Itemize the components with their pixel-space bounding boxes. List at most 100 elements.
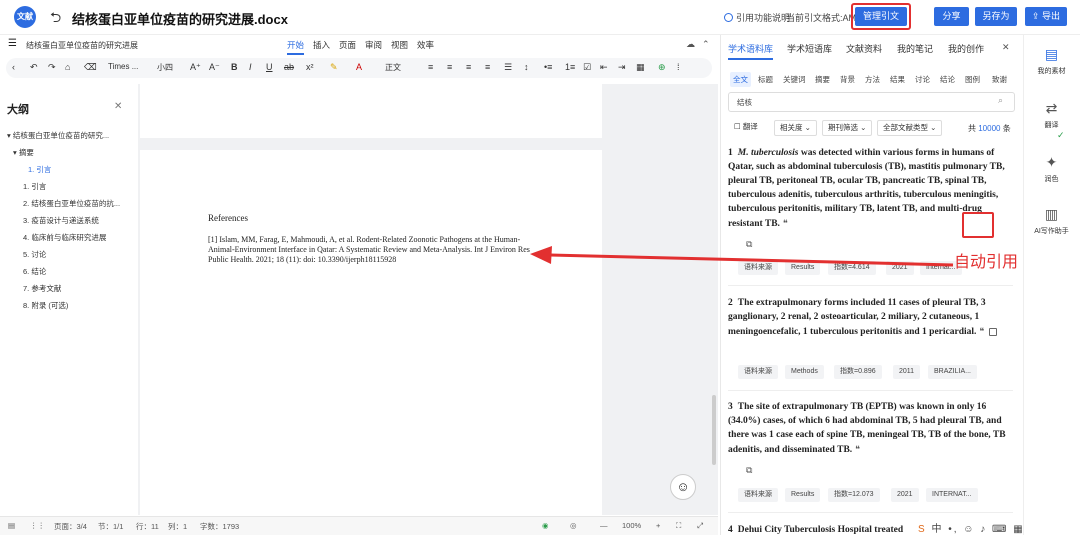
document-page[interactable] xyxy=(140,84,602,138)
app-logo[interactable]: 文献 xyxy=(14,6,36,28)
outline-item[interactable]: ▾ 摘要 xyxy=(13,147,34,158)
source-tag[interactable]: 语料来源 xyxy=(738,488,778,502)
chip-figures[interactable]: 图例 xyxy=(962,72,983,87)
translate-toggle[interactable]: ☐ 翻译 xyxy=(728,120,763,136)
justify-icon[interactable]: ≡ xyxy=(485,62,490,72)
tab-review[interactable]: 审阅 xyxy=(365,39,382,51)
tab-academic-corpus[interactable]: 学术语料库 xyxy=(728,42,774,60)
distribute-icon[interactable]: ☰ xyxy=(504,62,512,73)
document-page[interactable] xyxy=(140,150,602,515)
font-color-icon[interactable]: A xyxy=(356,62,362,72)
source-tag[interactable]: 语料来源 xyxy=(738,365,778,379)
doc-type-select[interactable]: 全部文献类型 ⌄ xyxy=(877,120,943,136)
more-icon[interactable]: ⁞ xyxy=(677,62,680,72)
zoom-out-icon[interactable]: — xyxy=(600,521,608,530)
redo-icon[interactable]: ↷ xyxy=(48,62,56,73)
indent-increase-icon[interactable]: ⇥ xyxy=(618,62,626,73)
hamburger-menu-icon[interactable]: ☰ xyxy=(8,38,17,49)
chip-background[interactable]: 背景 xyxy=(837,72,858,87)
shrink-font-icon[interactable]: A⁻ xyxy=(209,62,220,73)
zoom-in-icon[interactable]: + xyxy=(656,521,660,530)
tab-start[interactable]: 开始 xyxy=(287,39,305,55)
sidebar-item-ai-writer[interactable]: ▥ AI写作助手 xyxy=(1023,206,1080,236)
references-heading[interactable]: References xyxy=(208,213,248,223)
eye-icon[interactable]: ◎ xyxy=(570,521,577,530)
export-button[interactable]: ⇪ 导出 xyxy=(1025,7,1067,26)
bold-icon[interactable]: B xyxy=(231,62,238,72)
chip-acknowledgements[interactable]: 致谢 xyxy=(989,72,1010,87)
layout-icon[interactable]: ▤ xyxy=(8,521,15,530)
outline-item[interactable]: ▾ 结核蛋白亚单位疫苗的研究... xyxy=(7,130,109,141)
quote-insert-icon[interactable]: ❝ xyxy=(783,218,788,228)
format-painter-icon[interactable]: ⌂ xyxy=(65,62,70,72)
outline-item[interactable]: 2. 结核蛋白亚单位疫苗的抗... xyxy=(23,198,120,209)
checkbox-list-icon[interactable]: ☑ xyxy=(583,62,591,73)
tab-view[interactable]: 视图 xyxy=(391,39,408,51)
chip-results[interactable]: 结果 xyxy=(887,72,908,87)
globe-icon[interactable]: ◉ xyxy=(542,521,549,530)
tab-efficiency[interactable]: 效率 xyxy=(417,39,434,51)
close-icon[interactable]: ✕ xyxy=(114,101,122,112)
chip-fulltext[interactable]: 全文 xyxy=(730,72,751,87)
text-highlight-icon[interactable]: ✎ xyxy=(330,62,338,73)
fullscreen-icon[interactable]: ⤢ xyxy=(697,521,703,531)
undo-icon[interactable]: ↶ xyxy=(30,62,38,73)
align-center-icon[interactable]: ≡ xyxy=(447,62,452,72)
chip-methods[interactable]: 方法 xyxy=(862,72,883,87)
chip-abstract[interactable]: 摘要 xyxy=(812,72,833,87)
table-icon[interactable]: ▦ xyxy=(636,62,645,73)
plus-circle-icon[interactable]: ⊕ xyxy=(658,62,666,73)
font-family-select[interactable]: Times ... xyxy=(108,62,138,71)
eraser-icon[interactable]: ⌫ xyxy=(84,62,97,73)
share-button[interactable]: 分享 xyxy=(934,7,969,26)
quote-insert-icon[interactable]: ❝ xyxy=(979,326,984,336)
bullet-list-icon[interactable]: •≡ xyxy=(544,62,552,72)
numbered-list-icon[interactable]: 1≡ xyxy=(565,62,575,72)
strikethrough-icon[interactable]: ab xyxy=(284,62,294,72)
tab-page[interactable]: 页面 xyxy=(339,39,356,51)
result-item[interactable]: 3 The site of extrapulmonary TB (EPTB) wa… xyxy=(728,400,1008,457)
outline-item[interactable]: 3. 疫苗设计与递送系统 xyxy=(23,215,99,226)
sidebar-item-polish[interactable]: ✦ 润色 xyxy=(1023,154,1080,184)
result-item[interactable]: 2 The extrapulmonary forms included 11 ca… xyxy=(728,296,1008,339)
indent-decrease-icon[interactable]: ⇤ xyxy=(600,62,608,73)
journal-filter-select[interactable]: 期刊筛选 ⌄ xyxy=(822,120,873,136)
manage-cite-button[interactable]: 管理引文 xyxy=(855,7,907,26)
outline-item[interactable]: 1. 引言 xyxy=(23,181,46,192)
chip-title[interactable]: 标题 xyxy=(755,72,776,87)
tab-my-notes[interactable]: 我的笔记 xyxy=(897,42,933,55)
italic-icon[interactable]: I xyxy=(249,62,252,72)
assistant-robot-icon[interactable]: ☺ xyxy=(670,474,696,500)
chevron-left-icon[interactable]: ‹ xyxy=(12,62,15,72)
save-as-button[interactable]: 另存为 xyxy=(975,7,1017,26)
style-select[interactable]: 正文 xyxy=(385,62,401,73)
outline-item[interactable]: 5. 讨论 xyxy=(23,249,46,260)
sidebar-item-translate[interactable]: ⇄ 翻译 xyxy=(1023,100,1080,130)
cloud-icon[interactable]: ☁ xyxy=(686,39,695,50)
document-scrollbar[interactable] xyxy=(712,395,716,465)
font-size-select[interactable]: 小四 xyxy=(157,62,173,73)
align-right-icon[interactable]: ≡ xyxy=(466,62,471,72)
chip-keywords[interactable]: 关键词 xyxy=(780,72,809,87)
sort-select[interactable]: 相关度 ⌄ xyxy=(774,120,817,136)
underline-icon[interactable]: U xyxy=(266,62,273,72)
align-left-icon[interactable]: ≡ xyxy=(428,62,433,72)
collapse-icon[interactable]: ⌃ xyxy=(702,39,710,50)
tab-academic-phrases[interactable]: 学术短语库 xyxy=(787,42,832,55)
tab-literature[interactable]: 文献资料 xyxy=(846,42,882,55)
line-spacing-icon[interactable]: ↕ xyxy=(524,62,529,72)
outline-toggle-icon[interactable]: ⋮⋮ xyxy=(30,521,45,530)
search-icon[interactable]: ⌕ xyxy=(998,95,1003,106)
tab-my-creations[interactable]: 我的创作 xyxy=(948,42,984,55)
fit-page-icon[interactable]: ⛶ xyxy=(676,521,681,531)
outline-item[interactable]: 7. 参考文献 xyxy=(23,283,61,294)
grow-font-icon[interactable]: A⁺ xyxy=(190,62,201,73)
chip-conclusion[interactable]: 结论 xyxy=(937,72,958,87)
close-icon[interactable]: ✕ xyxy=(1002,42,1010,53)
outline-item[interactable]: 4. 临床前与临床研究进展 xyxy=(23,232,106,243)
sidebar-item-materials[interactable]: ▤ 我的素材 xyxy=(1023,46,1080,76)
undo-arrow-icon[interactable]: ⮌ xyxy=(50,7,61,31)
copy-icon[interactable] xyxy=(989,327,998,336)
highlight-icon[interactable]: x² xyxy=(306,62,314,72)
cite-help-link[interactable]: 引用功能说明 xyxy=(724,11,790,24)
